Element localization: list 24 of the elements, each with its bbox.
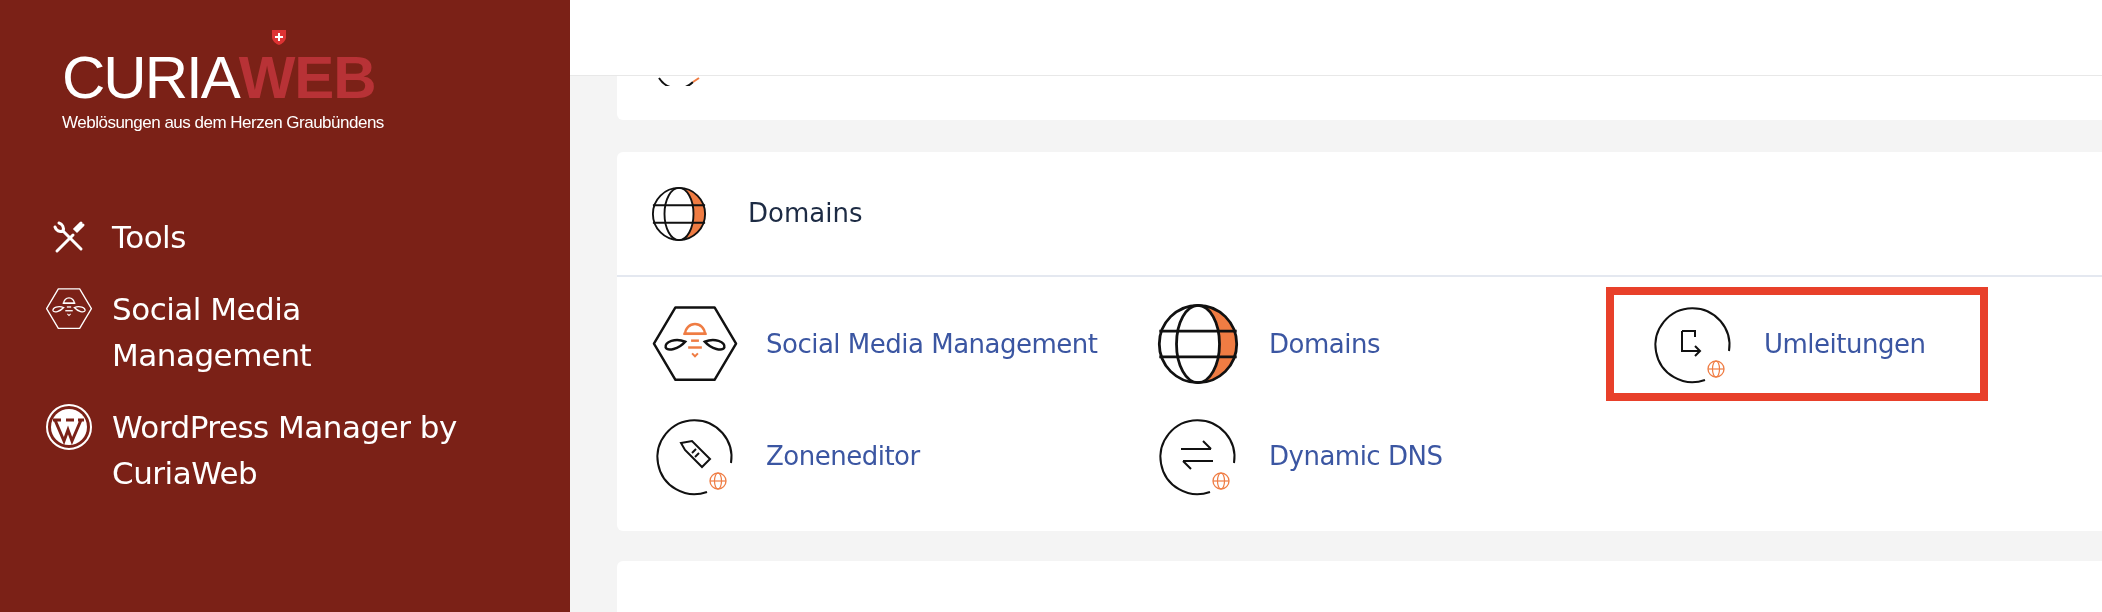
hexagon-icon <box>45 286 93 331</box>
domain-tool-link[interactable]: Dynamic DNS <box>1153 407 1650 505</box>
brand-name-accent: WEB <box>238 48 376 108</box>
wordpress-logo-icon <box>45 402 93 451</box>
tool-label: Dynamic DNS <box>1269 439 1443 473</box>
shield-icon <box>270 28 288 46</box>
domain-tool-link[interactable]: Zoneneditor <box>650 407 1153 505</box>
hexagon-icon <box>651 304 739 384</box>
sidebar-item[interactable]: Tools <box>44 213 530 260</box>
tool-label: Domains <box>1269 327 1380 361</box>
globe-icon <box>650 184 708 243</box>
domain-tool-link[interactable]: Social Media Management <box>650 295 1153 393</box>
tool-label: Zoneneditor <box>766 439 920 473</box>
sidebar-item[interactable]: WordPress Manager by CuriaWeb <box>44 403 530 496</box>
sidebar-label: Tools <box>112 217 187 257</box>
tool-label: Umleitungen <box>1764 327 1926 361</box>
card-title: Domains <box>748 197 863 230</box>
tool-label: Social Media Management <box>766 327 1098 361</box>
brand-name: CURIA <box>62 48 239 108</box>
sidebar-item[interactable]: Social Media Management <box>44 285 530 378</box>
sidebar-label: WordPress Manager by CuriaWeb <box>112 407 458 493</box>
sidebar-label: Social Media Management <box>112 289 313 375</box>
logo-tagline: Weblösungen aus dem Herzen Graubündens <box>62 112 385 134</box>
globe-icon <box>1155 301 1241 387</box>
